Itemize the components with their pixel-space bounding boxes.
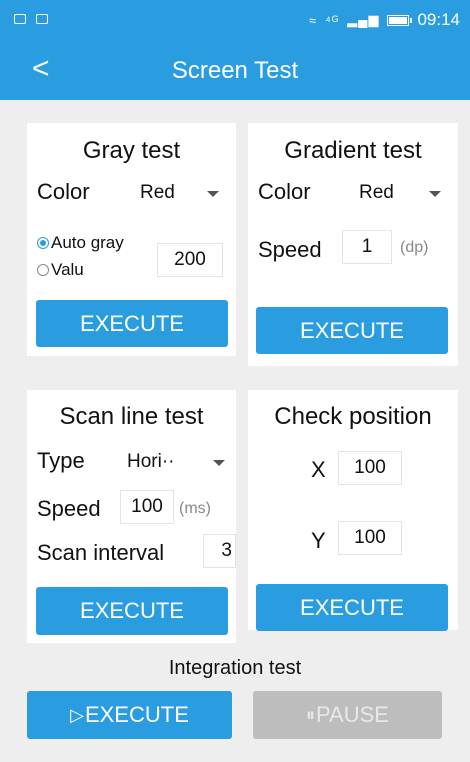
integration-execute-button[interactable]: ▷ EXECUTE: [27, 691, 232, 739]
notification-icon: [14, 14, 26, 24]
y-label: Y: [311, 528, 326, 553]
gradient-test-title: Gradient test: [284, 137, 422, 164]
auto-gray-radio[interactable]: Auto gray: [37, 233, 124, 253]
gray-color-label: Color: [37, 179, 90, 204]
status-bar: ≈ ⁴ᴳ ▂▄▆ 09:14: [0, 0, 470, 42]
gradient-speed-field[interactable]: 1: [342, 230, 392, 264]
signal-icon: ▂▄▆: [347, 12, 380, 27]
chevron-down-icon[interactable]: [213, 460, 225, 466]
check-position-title: Check position: [274, 403, 432, 430]
value-radio[interactable]: Valu: [37, 260, 84, 280]
gray-execute-button[interactable]: EXECUTE: [36, 300, 228, 347]
scan-speed-field[interactable]: 100: [120, 490, 174, 524]
gradient-execute-button[interactable]: EXECUTE: [256, 307, 448, 354]
gradient-color-select[interactable]: Red: [359, 182, 394, 204]
integration-test-title: Integration test: [168, 657, 302, 679]
auto-gray-label: Auto gray: [51, 233, 124, 252]
scan-speed-unit: (ms): [179, 500, 211, 517]
check-position-card: Check position X 100 Y 100 EXECUTE: [248, 390, 458, 631]
play-icon: ▷: [70, 704, 84, 725]
radio-checked-icon: [37, 237, 49, 249]
check-execute-button[interactable]: EXECUTE: [256, 584, 448, 631]
integration-pause-label: PAUSE: [316, 702, 389, 727]
clock: 09:14: [417, 10, 460, 29]
app-bar: < Screen Test: [0, 42, 470, 100]
gradient-test-card: Gradient test Color Red Speed 1 (dp) EXE…: [248, 123, 458, 366]
radio-unchecked-icon: [37, 264, 49, 276]
scan-execute-button[interactable]: EXECUTE: [36, 587, 228, 635]
x-field[interactable]: 100: [338, 451, 402, 485]
integration-execute-label: EXECUTE: [84, 702, 189, 727]
network-type: ⁴ᴳ: [325, 12, 340, 28]
chevron-down-icon[interactable]: [207, 191, 219, 197]
scan-line-title: Scan line test: [59, 403, 204, 430]
scan-type-select[interactable]: Hori··: [127, 451, 175, 473]
gradient-speed-unit: (dp): [400, 239, 429, 256]
scan-type-label: Type: [37, 448, 85, 473]
chevron-down-icon[interactable]: [429, 191, 441, 197]
pause-icon: ⏸: [306, 704, 316, 725]
scan-line-card: Scan line test Type Hori·· Speed 100 (ms…: [27, 390, 236, 643]
value-radio-label: Valu: [51, 260, 84, 279]
x-label: X: [311, 457, 326, 482]
page-title: Screen Test: [171, 57, 299, 84]
gray-value-field[interactable]: 200: [157, 243, 223, 277]
battery-icon: [387, 14, 413, 26]
scan-speed-label: Speed: [37, 496, 101, 521]
scan-interval-field[interactable]: 3: [203, 534, 236, 568]
gray-color-select[interactable]: Red: [140, 182, 175, 204]
gradient-speed-label: Speed: [258, 237, 322, 262]
gradient-color-label: Color: [258, 179, 311, 204]
integration-pause-button[interactable]: ⏸ PAUSE: [253, 691, 442, 739]
y-field[interactable]: 100: [338, 521, 402, 555]
image-icon: [36, 14, 48, 24]
scan-interval-label: Scan interval: [37, 540, 165, 565]
gray-test-title: Gray test: [82, 137, 181, 164]
gray-test-card: Gray test Color Red Auto gray Valu 200 E…: [27, 123, 236, 356]
wifi-icon: ≈: [309, 12, 318, 28]
